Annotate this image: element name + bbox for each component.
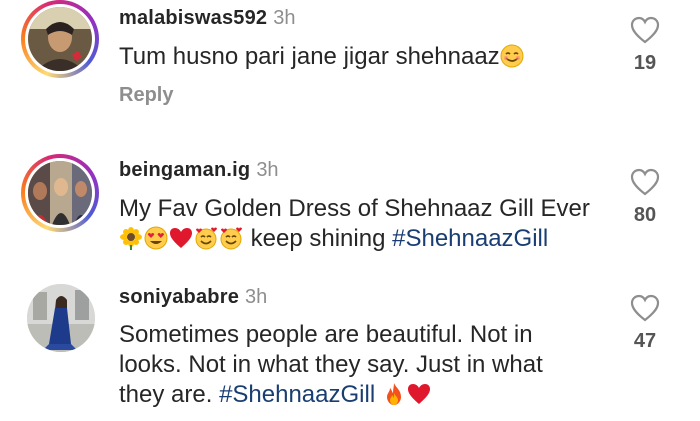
comment-text-line: keep shining #ShehnaazGill <box>119 224 609 254</box>
red-heart-emoji <box>407 382 431 406</box>
smiling-face-with-hearts-emoji <box>219 226 243 250</box>
avatar[interactable] <box>21 0 99 78</box>
comment-item: beingaman.ig 3h My Fav Golden Dress of Sh… <box>0 150 700 270</box>
username[interactable]: malabiswas592 <box>119 7 267 29</box>
fire-emoji <box>382 382 406 406</box>
comment-item: soniyababre 3h Sometimes people are beaut… <box>0 280 700 421</box>
comment-header: malabiswas592 3h <box>119 6 296 30</box>
hashtag-link[interactable]: #ShehnaazGill <box>219 381 375 408</box>
comment-text: Tum husno pari jane jigar shehnaaz <box>119 42 609 72</box>
comment-header: beingaman.ig 3h <box>119 158 279 182</box>
timestamp: 3h <box>273 7 296 29</box>
like-count: 47 <box>633 330 657 352</box>
comment-text-content: they are. <box>119 381 220 408</box>
like-button[interactable]: 47 <box>628 294 662 353</box>
username[interactable]: soniyababre <box>119 286 239 308</box>
comment-text: Sometimes people are beautiful. Not in l… <box>119 320 609 410</box>
reply-button[interactable]: Reply <box>119 84 173 107</box>
comment-text-line: they are. #ShehnaazGill <box>119 380 609 410</box>
comment-text-content: Tum husno pari jane jigar shehnaaz <box>119 43 500 70</box>
comment-text-content: keep shining <box>244 225 393 252</box>
heart-outline-icon <box>630 16 660 44</box>
avatar[interactable] <box>21 154 99 232</box>
heart-eyes-emoji <box>144 226 168 250</box>
avatar-photo <box>28 161 92 225</box>
timestamp: 3h <box>245 286 268 308</box>
timestamp: 3h <box>256 159 279 181</box>
like-count: 19 <box>633 52 657 74</box>
heart-outline-icon <box>630 294 660 322</box>
sunflower-emoji <box>119 226 143 250</box>
heart-outline-icon <box>630 168 660 196</box>
comment-text-line: looks. Not in what they say. Just in wha… <box>119 351 543 378</box>
comment-text: My Fav Golden Dress of Shehnaaz Gill Eve… <box>119 194 609 254</box>
smiling-face-emoji <box>500 44 524 68</box>
avatar-photo <box>27 284 95 352</box>
like-count: 80 <box>633 204 657 226</box>
avatar-photo <box>28 7 92 71</box>
hashtag-link[interactable]: #ShehnaazGill <box>392 225 548 252</box>
like-button[interactable]: 19 <box>628 16 662 75</box>
like-button[interactable]: 80 <box>628 168 662 227</box>
comment-text-line: Sometimes people are beautiful. Not in <box>119 321 533 348</box>
comment-text-line: My Fav Golden Dress of Shehnaaz Gill Eve… <box>119 195 590 222</box>
username[interactable]: beingaman.ig <box>119 159 250 181</box>
comment-header: soniyababre 3h <box>119 285 267 309</box>
red-heart-emoji <box>169 226 193 250</box>
comment-item: malabiswas592 3h Tum husno pari jane jiga… <box>0 0 700 130</box>
avatar[interactable] <box>27 284 95 352</box>
smiling-face-with-hearts-emoji <box>194 226 218 250</box>
